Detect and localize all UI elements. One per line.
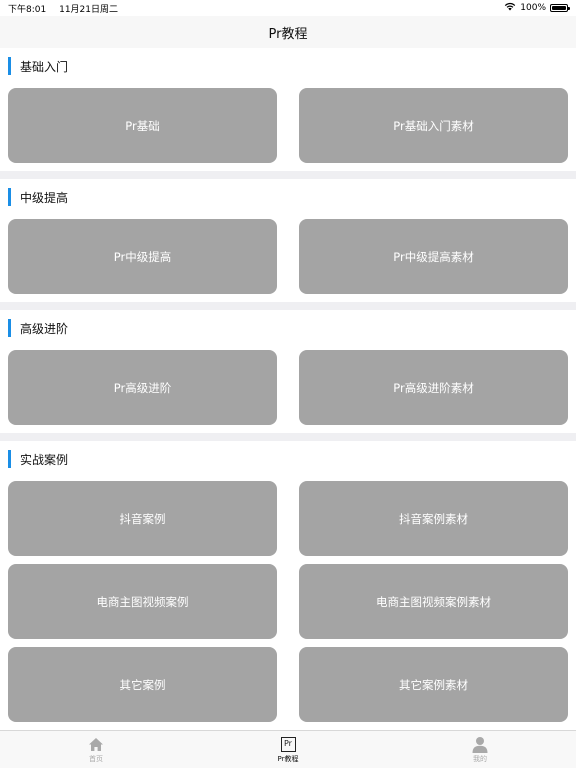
section-header: 中级提高: [0, 179, 576, 215]
course-tile-label: 抖音案例素材: [399, 511, 468, 526]
section-divider: [0, 302, 576, 310]
section: 基础入门 Pr基础 Pr基础入门素材: [0, 48, 576, 171]
section-title: 中级提高: [20, 190, 69, 205]
section-header: 高级进阶: [0, 310, 576, 346]
content-area[interactable]: 基础入门 Pr基础 Pr基础入门素材中级提高 Pr中级提高 Pr中级提高素材高级进阶 Pr…: [0, 48, 576, 730]
tile-grid: Pr中级提高 Pr中级提高素材: [0, 215, 576, 302]
course-tile[interactable]: Pr基础: [8, 88, 277, 163]
course-tile-label: 电商主图视频案例素材: [376, 594, 491, 609]
section: 实战案例抖音案例 抖音案例素材电商主图视频案例 电商主图视频案例素材其它案例 其它案例…: [0, 441, 576, 730]
battery-percent: 100%: [520, 3, 546, 13]
course-tile[interactable]: Pr基础入门素材: [299, 88, 568, 163]
course-tile-label: Pr高级进阶: [113, 380, 172, 395]
pr-icon: Pr: [279, 735, 297, 753]
status-time: 下午8:01: [8, 5, 47, 15]
section-header: 基础入门: [0, 48, 576, 84]
course-tile-label: Pr高级进阶素材: [393, 380, 474, 395]
course-tile-label: Pr基础入门素材: [393, 118, 474, 133]
home-icon: [87, 735, 105, 753]
course-tile-label: 其它案例: [119, 677, 166, 692]
section-divider: [0, 171, 576, 179]
course-tile[interactable]: Pr高级进阶: [8, 350, 277, 425]
course-tile[interactable]: 抖音案例: [8, 481, 277, 556]
course-tile[interactable]: 其它案例素材: [299, 647, 568, 722]
course-tile-label: 电商主图视频案例: [96, 594, 189, 609]
section-header: 实战案例: [0, 441, 576, 477]
course-tile[interactable]: 电商主图视频案例: [8, 564, 277, 639]
course-tile-label: Pr基础: [125, 118, 160, 133]
navigation-bar: Pr教程: [0, 16, 576, 48]
tab-home[interactable]: 首页: [0, 731, 192, 768]
tile-grid: Pr高级进阶 Pr高级进阶素材: [0, 346, 576, 433]
course-tile-label: 抖音案例: [119, 511, 166, 526]
section: 高级进阶 Pr高级进阶 Pr高级进阶素材: [0, 310, 576, 433]
course-tile[interactable]: Pr中级提高素材: [299, 219, 568, 294]
course-tile[interactable]: Pr中级提高: [8, 219, 277, 294]
user-icon: [471, 735, 489, 753]
tab-label: 首页: [89, 755, 103, 763]
section-title: 实战案例: [20, 452, 69, 467]
tab-pr[interactable]: Pr Pr教程: [192, 731, 384, 768]
battery-level: [552, 6, 566, 10]
tab-label: 我的: [473, 755, 487, 763]
tab-user[interactable]: 我的: [384, 731, 576, 768]
pr-icon-text: Pr: [280, 736, 296, 752]
section-title: 高级进阶: [20, 321, 69, 336]
section-accent-bar: [8, 450, 11, 468]
course-tile[interactable]: 其它案例: [8, 647, 277, 722]
status-date: 11月21日周二: [59, 5, 118, 15]
status-left: 下午8:01 11月21日周二: [8, 2, 128, 15]
course-tile-label: Pr中级提高素材: [393, 249, 474, 264]
wifi-icon: [504, 2, 516, 14]
section-title: 基础入门: [20, 59, 69, 74]
battery-icon: [550, 4, 570, 12]
page-title: Pr教程: [268, 26, 308, 42]
status-right: 100%: [504, 2, 570, 14]
section-divider: [0, 433, 576, 441]
section: 中级提高 Pr中级提高 Pr中级提高素材: [0, 179, 576, 302]
course-tile-label: 其它案例素材: [399, 677, 468, 692]
status-bar: 下午8:01 11月21日周二 100%: [0, 0, 576, 16]
course-tile-label: Pr中级提高: [113, 249, 172, 264]
tab-label: Pr教程: [277, 755, 299, 763]
course-tile[interactable]: 抖音案例素材: [299, 481, 568, 556]
tab-bar: 首页 Pr Pr教程 我的: [0, 730, 576, 768]
section-accent-bar: [8, 57, 11, 75]
tile-grid: Pr基础 Pr基础入门素材: [0, 84, 576, 171]
section-accent-bar: [8, 188, 11, 206]
section-accent-bar: [8, 319, 11, 337]
tile-grid: 抖音案例 抖音案例素材电商主图视频案例 电商主图视频案例素材其它案例 其它案例素材: [0, 477, 576, 730]
course-tile[interactable]: Pr高级进阶素材: [299, 350, 568, 425]
course-tile[interactable]: 电商主图视频案例素材: [299, 564, 568, 639]
